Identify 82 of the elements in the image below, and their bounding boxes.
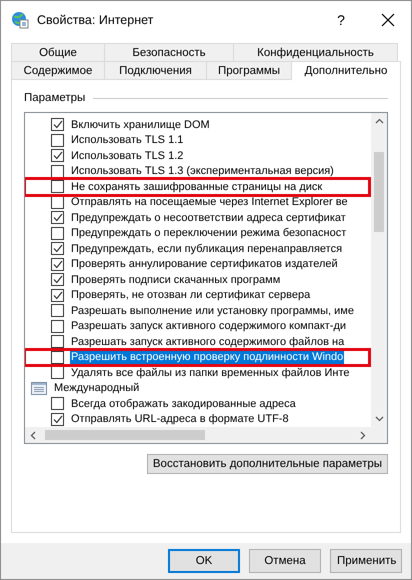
tab[interactable]: Общие [11, 43, 105, 61]
help-button[interactable]: ? [327, 12, 355, 28]
option-label: Проверять подписи скачанных программ [70, 272, 282, 287]
globe-document-icon [11, 11, 29, 29]
option-label: Разрешать запуск активного содержимого файлов на [70, 334, 346, 349]
option-row[interactable]: Предупреждать о переключении режима безопасност [25, 226, 371, 241]
option-row[interactable]: Удалять все файлы из папки временных файлов Инте [25, 365, 371, 380]
checkbox[interactable] [51, 242, 64, 256]
checkbox[interactable] [51, 350, 64, 364]
checkbox[interactable] [51, 366, 64, 380]
horizontal-scrollbar[interactable] [25, 427, 387, 443]
scroll-up-icon[interactable] [374, 118, 384, 124]
tab[interactable]: Безопасность [104, 43, 234, 61]
option-label: Использовать TLS 1.1 [70, 133, 184, 148]
highlight-frame[interactable]: Не сохранять зашифрованные страницы на диск [25, 179, 369, 194]
vertical-scrollbar[interactable] [371, 113, 387, 427]
option-label: Проверять аннулирование сертификатов издателей [70, 257, 339, 272]
window-title: Свойства: Интернет [37, 13, 154, 27]
option-row[interactable]: Проверять аннулирование сертификатов издателей [25, 256, 371, 272]
option-label: Проверять, не отозван ли сертификат сервера [70, 288, 312, 302]
scroll-down-icon[interactable] [374, 416, 384, 422]
option-row[interactable]: Отправлять URL-адреса в формате UTF-8 [25, 412, 371, 427]
option-label: Использовать TLS 1.2 [70, 148, 184, 163]
checkbox[interactable] [51, 288, 64, 302]
dialog-button[interactable]: Применить [330, 549, 402, 573]
tab[interactable]: Подключения [104, 61, 207, 79]
category-label: Международный [53, 381, 140, 396]
option-label: Всегда отображать закодированные адреса [70, 396, 297, 411]
checkbox[interactable] [51, 118, 64, 132]
tab[interactable]: Дополнительно [291, 61, 401, 80]
checkbox[interactable] [51, 211, 64, 224]
option-label: Разрешать выполнение или установку программы, име [70, 304, 355, 318]
option-label: Предупреждать о несоответствии адреса сертификат [70, 210, 347, 225]
option-label: Удалять все файлы из папки временных файлов Инте [70, 366, 350, 380]
checkbox[interactable] [51, 164, 64, 178]
option-row[interactable]: Использовать TLS 1.1 [25, 132, 371, 148]
tab[interactable]: Программы [206, 61, 292, 79]
tab[interactable]: Содержимое [11, 61, 105, 79]
checkbox[interactable] [51, 412, 64, 426]
checkbox[interactable] [51, 273, 64, 286]
dialog-button[interactable]: OK [168, 549, 240, 573]
option-label: Разрешить встроенную проверку подлинности Windo [70, 350, 344, 364]
checkbox[interactable] [51, 180, 64, 194]
dialog-button[interactable]: Отмена [249, 549, 321, 573]
checkbox[interactable] [51, 149, 64, 162]
option-row[interactable]: Проверять подписи скачанных программ [25, 272, 371, 288]
option-row[interactable]: Предупреждать о несоответствии адреса сертификат [25, 210, 371, 226]
option-label: Использовать TLS 1.3 (экспериментальная версия) [70, 164, 335, 178]
option-row[interactable]: Проверять, не отозван ли сертификат сервера [25, 288, 371, 303]
option-label: Отправлять URL-адреса в формате UTF-8 [70, 412, 290, 426]
close-icon[interactable] [381, 13, 395, 27]
checkbox[interactable] [51, 320, 64, 333]
group-title: Параметры [24, 92, 86, 104]
checkbox[interactable] [51, 335, 64, 348]
option-label: Предупреждать о переключении режима безопасност [70, 226, 348, 240]
scroll-left-icon[interactable] [30, 430, 36, 440]
checkbox[interactable] [51, 226, 64, 240]
option-row[interactable]: Использовать TLS 1.2 [25, 148, 371, 164]
window-list-icon [31, 382, 47, 395]
highlight-frame[interactable]: Разрешить встроенную проверку подлинности Windo [25, 350, 369, 365]
scroll-right-icon[interactable] [360, 430, 366, 440]
option-row[interactable]: Предупреждать, если публикация перенаправляется [25, 241, 371, 256]
option-label: Разрешать запуск активного содержимого компакт-ди [70, 319, 348, 334]
option-label: Не сохранять зашифрованные страницы на диск [70, 180, 324, 194]
option-row[interactable]: Включить хранилище DOM [25, 117, 371, 132]
tab[interactable]: Конфиденциальность [233, 43, 398, 61]
option-label: Включить хранилище DOM [70, 118, 211, 132]
restore-defaults-button[interactable]: Восстановить дополнительные параметры [146, 454, 388, 474]
option-row[interactable]: Использовать TLS 1.3 (экспериментальная версия) [25, 164, 371, 179]
checkbox[interactable] [51, 397, 64, 410]
checkbox[interactable] [51, 258, 64, 271]
option-label: Отправлять на посещаемые через Internet Explorer ве [70, 195, 349, 210]
scroll-thumb[interactable] [45, 430, 205, 440]
scroll-thumb[interactable] [374, 152, 384, 232]
option-row[interactable]: Отправлять на посещаемые через Internet Explorer ве [25, 194, 371, 210]
checkbox[interactable] [51, 304, 64, 318]
option-row[interactable]: Всегда отображать закодированные адреса [25, 396, 371, 412]
option-row[interactable]: Разрешать выполнение или установку программы, име [25, 303, 371, 318]
checkbox[interactable] [51, 134, 64, 147]
option-label: Предупреждать, если публикация перенаправляется [70, 242, 344, 256]
option-row[interactable]: Разрешать запуск активного содержимого компакт-ди [25, 318, 371, 334]
option-row[interactable]: Разрешать запуск активного содержимого файлов на [25, 334, 371, 350]
